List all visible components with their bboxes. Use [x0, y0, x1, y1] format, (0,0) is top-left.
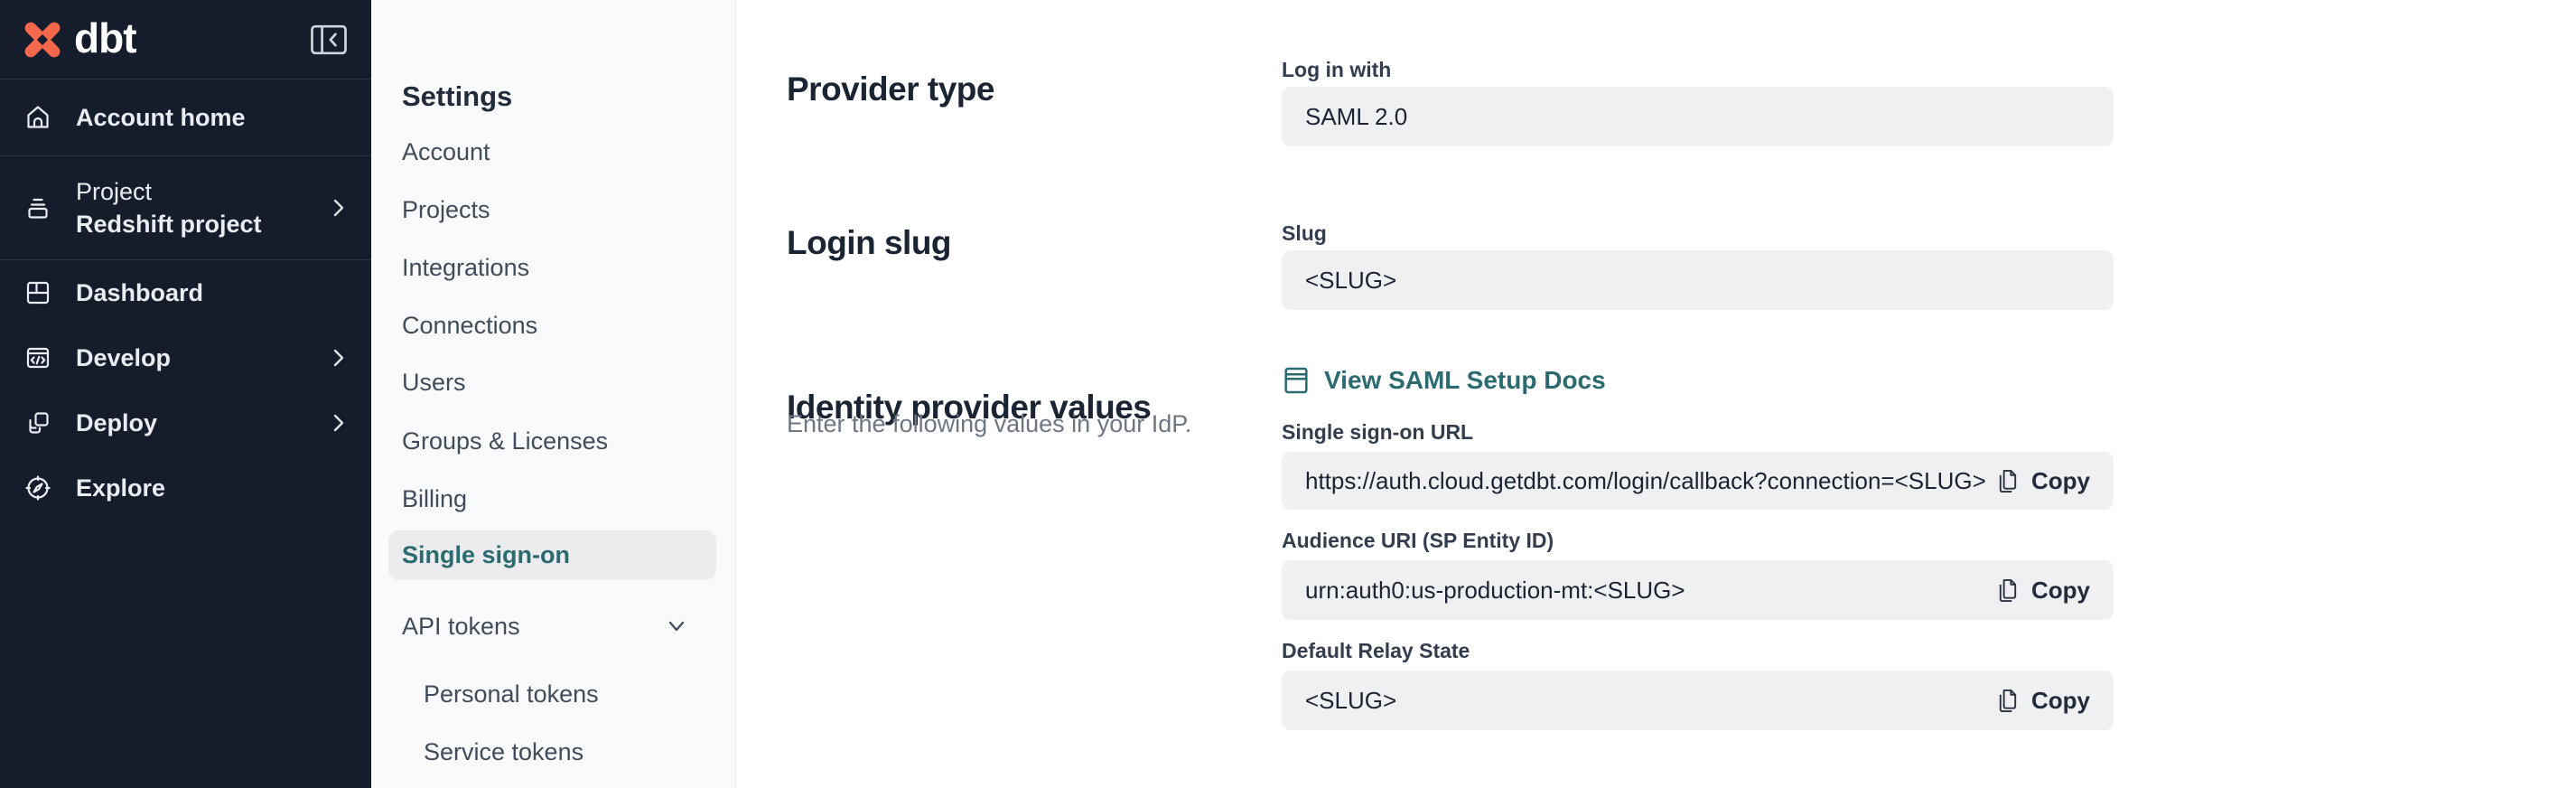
- main-content: Provider type Log in with SAML 2.0 Login…: [736, 0, 2576, 788]
- view-saml-docs-label: View SAML Setup Docs: [1324, 366, 1606, 395]
- sidebar-item-deploy[interactable]: Deploy: [0, 390, 371, 455]
- settings-nav-service-tokens[interactable]: Service tokens: [424, 734, 583, 770]
- app-sidebar: dbt Account home: [0, 0, 371, 788]
- copy-icon: [1995, 577, 2020, 605]
- relay-state-label: Default Relay State: [1282, 637, 1470, 664]
- sidebar-item-label: Deploy: [76, 407, 157, 439]
- login-with-label: Log in with: [1282, 56, 1391, 83]
- settings-nav-api-tokens[interactable]: API tokens: [402, 608, 520, 644]
- collapse-sidebar-icon[interactable]: [310, 23, 348, 56]
- settings-nav-projects[interactable]: Projects: [402, 192, 490, 228]
- copy-audience-uri-button[interactable]: Copy: [1995, 577, 2090, 605]
- settings-nav-billing[interactable]: Billing: [402, 481, 467, 517]
- section-heading-login-slug: Login slug: [787, 223, 951, 263]
- sidebar-item-label: Dashboard: [76, 277, 203, 309]
- copy-relay-state-button[interactable]: Copy: [1995, 687, 2090, 715]
- copy-label: Copy: [2031, 577, 2090, 605]
- relay-state-input[interactable]: <SLUG> Copy: [1282, 671, 2114, 730]
- explore-icon: [23, 474, 52, 502]
- sidebar-item-project[interactable]: Project Redshift project: [0, 156, 371, 260]
- logo-row: dbt: [0, 0, 371, 80]
- dbt-logo[interactable]: dbt: [22, 14, 136, 66]
- project-name: Redshift project: [76, 208, 262, 240]
- settings-nav-account[interactable]: Account: [402, 134, 490, 170]
- app-root: dbt Account home: [0, 0, 2576, 788]
- settings-sidebar: Settings Account Projects Integrations C…: [371, 0, 736, 788]
- chevron-down-icon[interactable]: [663, 614, 690, 643]
- audience-uri-value: urn:auth0:us-production-mt:<SLUG>: [1305, 577, 1685, 605]
- sidebar-item-label: Account home: [76, 101, 246, 134]
- slug-input[interactable]: <SLUG>: [1282, 250, 2114, 310]
- settings-nav-integrations[interactable]: Integrations: [402, 249, 529, 286]
- settings-nav-connections[interactable]: Connections: [402, 307, 537, 343]
- slug-value: <SLUG>: [1305, 267, 1396, 295]
- sidebar-item-account-home[interactable]: Account home: [0, 80, 371, 156]
- project-label-group: Project Redshift project: [76, 175, 262, 240]
- sidebar-item-dashboard[interactable]: Dashboard: [0, 260, 371, 325]
- settings-nav-single-sign-on[interactable]: Single sign-on: [388, 530, 716, 580]
- relay-state-value: <SLUG>: [1305, 687, 1396, 715]
- dashboard-icon: [23, 278, 52, 307]
- settings-heading: Settings: [402, 79, 512, 115]
- sso-url-value: https://auth.cloud.getdbt.com/login/call…: [1305, 467, 1986, 495]
- sidebar-item-develop[interactable]: Develop: [0, 325, 371, 390]
- view-saml-docs-link[interactable]: View SAML Setup Docs: [1282, 365, 1606, 396]
- copy-icon: [1995, 687, 2020, 715]
- docs-icon: [1282, 365, 1311, 396]
- settings-nav-personal-tokens[interactable]: Personal tokens: [424, 676, 599, 712]
- chevron-right-icon: [330, 411, 348, 435]
- settings-nav-users[interactable]: Users: [402, 364, 466, 400]
- chevron-right-icon: [330, 196, 348, 220]
- sidebar-item-explore[interactable]: Explore: [0, 455, 371, 521]
- project-icon: [23, 193, 52, 222]
- brand-text: dbt: [74, 14, 136, 66]
- develop-icon: [23, 343, 52, 372]
- dbt-logo-icon: [22, 19, 63, 61]
- home-icon: [23, 103, 52, 132]
- sso-url-label: Single sign-on URL: [1282, 418, 1473, 446]
- project-label: Project: [76, 175, 262, 208]
- deploy-icon: [23, 408, 52, 437]
- section-heading-provider-type: Provider type: [787, 70, 994, 109]
- chevron-right-icon: [330, 346, 348, 370]
- copy-label: Copy: [2031, 467, 2090, 495]
- idp-values-subtitle: Enter the following values in your IdP.: [787, 408, 1191, 439]
- sidebar-item-label: Develop: [76, 342, 171, 374]
- audience-uri-label: Audience URI (SP Entity ID): [1282, 527, 1554, 554]
- audience-uri-input[interactable]: urn:auth0:us-production-mt:<SLUG> Copy: [1282, 560, 2114, 620]
- slug-label: Slug: [1282, 220, 1327, 247]
- copy-sso-url-button[interactable]: Copy: [1995, 467, 2090, 495]
- provider-type-input[interactable]: SAML 2.0: [1282, 87, 2114, 146]
- active-nav-label: Single sign-on: [402, 537, 570, 573]
- provider-type-value: SAML 2.0: [1305, 103, 1407, 131]
- copy-icon: [1995, 467, 2020, 495]
- copy-label: Copy: [2031, 687, 2090, 715]
- settings-nav-groups-licenses[interactable]: Groups & Licenses: [402, 423, 608, 459]
- sso-url-input[interactable]: https://auth.cloud.getdbt.com/login/call…: [1282, 452, 2114, 510]
- sidebar-item-label: Explore: [76, 472, 165, 504]
